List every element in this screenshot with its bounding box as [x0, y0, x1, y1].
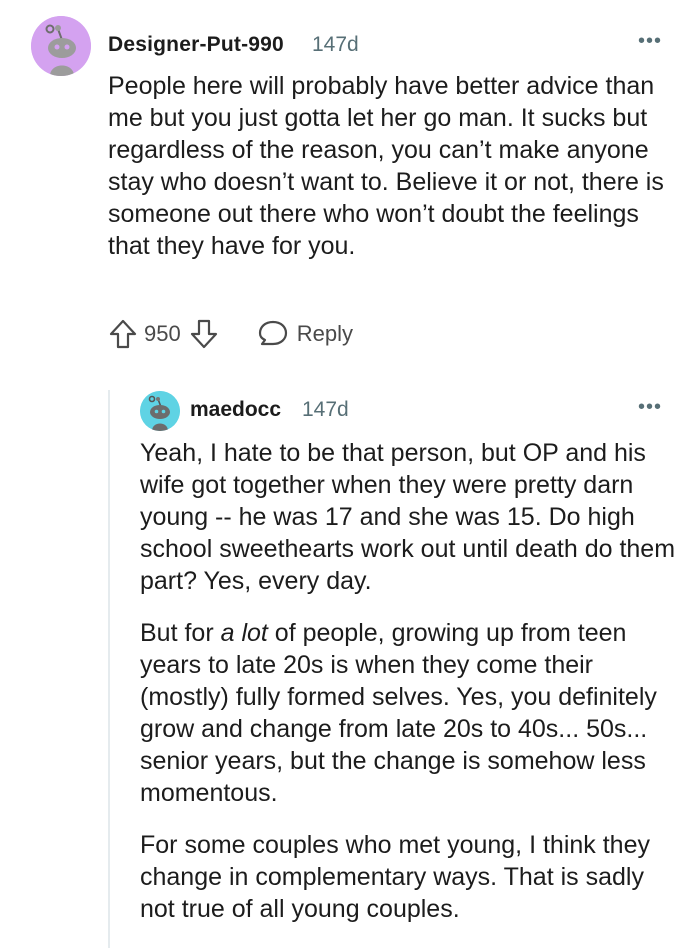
avatar[interactable] — [140, 391, 180, 431]
snoo-avatar-icon — [140, 391, 180, 431]
downvote-arrow-icon — [190, 319, 217, 349]
thread-line[interactable] — [108, 390, 110, 948]
username[interactable]: maedocc — [190, 398, 281, 422]
comment-age: 147d — [312, 33, 359, 56]
downvote-button[interactable] — [189, 318, 219, 350]
paragraph: But for a lot of people, growing up from… — [140, 619, 657, 807]
more-options-icon[interactable]: ••• — [638, 396, 662, 419]
emphasis: a lot — [220, 619, 268, 647]
reply-button[interactable]: Reply — [257, 319, 353, 349]
snoo-avatar-icon — [31, 16, 91, 76]
comment-body: Yeah, I hate to be that person, but OP a… — [140, 437, 685, 945]
upvote-arrow-icon — [109, 319, 137, 349]
more-options-icon[interactable]: ••• — [638, 30, 662, 53]
comment-actions: 950 Reply — [108, 318, 353, 350]
vote-score: 950 — [144, 321, 181, 346]
avatar[interactable] — [31, 16, 91, 76]
upvote-button[interactable] — [108, 318, 138, 350]
comment-body: People here will probably have better ad… — [108, 72, 664, 260]
reply-label: Reply — [296, 321, 353, 346]
paragraph: Yeah, I hate to be that person, but OP a… — [140, 439, 676, 595]
username[interactable]: Designer-Put-990 — [108, 33, 284, 57]
paragraph: For some couples who met young, I think … — [140, 831, 650, 923]
comment-age: 147d — [302, 398, 349, 421]
speech-bubble-icon — [258, 320, 287, 346]
